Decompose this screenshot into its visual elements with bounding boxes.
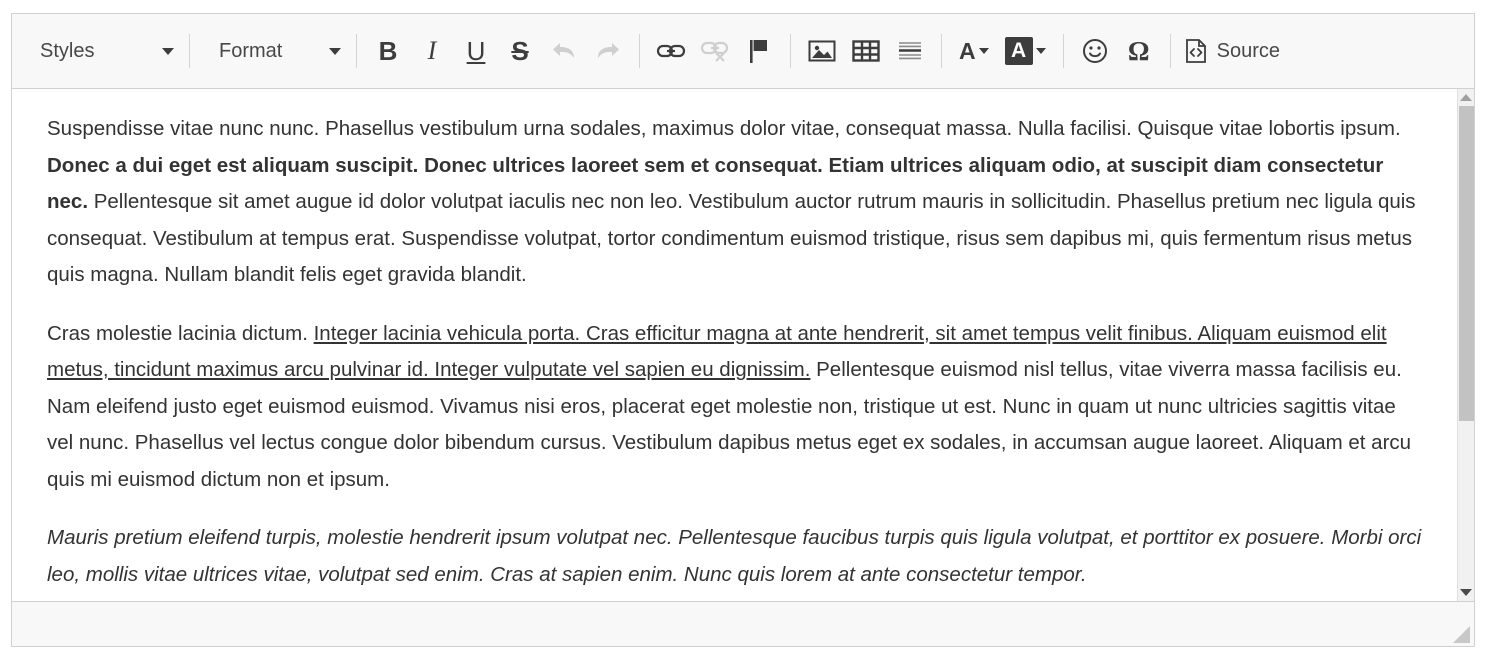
text-color-button[interactable]: A xyxy=(951,30,997,72)
paragraph-1: Suspendisse vitae nunc nunc. Phasellus v… xyxy=(47,111,1427,294)
omega-icon: Ω xyxy=(1127,35,1150,66)
image-button[interactable] xyxy=(800,30,844,72)
toolbar-separator xyxy=(790,34,791,68)
horizontal-rule-button[interactable] xyxy=(888,30,932,72)
toolbar-separator xyxy=(189,34,190,68)
text-run: Suspendisse vitae nunc nunc. Phasellus v… xyxy=(47,117,1401,140)
resize-grip-icon[interactable] xyxy=(1453,626,1470,643)
styles-dropdown-label: Styles xyxy=(40,39,95,62)
toolbar-separator xyxy=(1169,34,1171,68)
document-editing-area[interactable]: Suspendisse vitae nunc nunc. Phasellus v… xyxy=(12,89,1457,601)
scrollbar-track[interactable] xyxy=(1457,106,1474,584)
editor-status-bar xyxy=(12,601,1474,646)
scrollbar-thumb[interactable] xyxy=(1458,106,1474,422)
triangle-up-icon xyxy=(1460,94,1472,101)
redo-button[interactable] xyxy=(586,30,630,72)
undo-arrow-icon xyxy=(550,38,578,64)
horizontal-rule-icon xyxy=(897,39,923,63)
toolbar-separator xyxy=(1062,34,1064,68)
text-color-icon: A xyxy=(959,37,976,64)
unlink-button[interactable] xyxy=(693,30,737,72)
smiley-icon xyxy=(1082,38,1108,64)
triangle-down-icon xyxy=(1460,589,1472,596)
bold-icon: B xyxy=(378,36,398,66)
text-run: Cras molestie lacinia dictum. xyxy=(47,321,314,345)
chevron-down-icon xyxy=(162,47,174,55)
table-icon xyxy=(852,39,880,63)
format-dropdown[interactable]: Format xyxy=(199,32,347,70)
toolbar-separator xyxy=(941,34,942,68)
text-run-italic: Mauris pretium eleifend turpis, molestie… xyxy=(47,526,1422,586)
source-button[interactable]: Source xyxy=(1180,30,1290,72)
strikethrough-icon: S xyxy=(511,36,529,66)
special-character-button[interactable]: Ω xyxy=(1117,30,1161,72)
italic-icon: I xyxy=(427,36,437,65)
format-dropdown-label: Format xyxy=(219,39,283,62)
source-button-label: Source xyxy=(1216,39,1280,62)
rich-text-editor: Styles Format B I U S A A Ω Source Suspe… xyxy=(11,13,1475,647)
editor-frame: Styles Format B I U S A A Ω Source Suspe… xyxy=(0,0,1485,658)
scroll-down-button[interactable] xyxy=(1457,584,1474,601)
background-color-button[interactable]: A xyxy=(997,30,1054,72)
flag-icon xyxy=(747,38,771,64)
editor-toolbar: Styles Format B I U S A A Ω Source xyxy=(12,14,1474,89)
italic-button[interactable]: I xyxy=(410,30,454,72)
table-button[interactable] xyxy=(844,30,888,72)
text-color-letter: A xyxy=(959,37,976,64)
editing-area-wrapper: Suspendisse vitae nunc nunc. Phasellus v… xyxy=(12,89,1474,601)
paragraph-2: Cras molestie lacinia dictum. Integer la… xyxy=(47,316,1427,499)
smiley-button[interactable] xyxy=(1073,30,1117,72)
anchor-button[interactable] xyxy=(737,30,781,72)
undo-button[interactable] xyxy=(542,30,586,72)
vertical-scrollbar[interactable] xyxy=(1457,89,1474,601)
source-document-icon xyxy=(1184,38,1208,64)
strikethrough-button[interactable]: S xyxy=(498,30,542,72)
link-button[interactable] xyxy=(649,30,693,72)
chevron-down-icon xyxy=(1035,48,1046,54)
unlink-icon xyxy=(700,40,730,62)
background-color-icon: A xyxy=(1004,37,1033,65)
chevron-down-icon xyxy=(978,48,989,54)
link-icon xyxy=(656,41,686,61)
chevron-down-icon xyxy=(329,47,341,55)
redo-arrow-icon xyxy=(594,38,622,64)
styles-dropdown[interactable]: Styles xyxy=(20,32,180,70)
paragraph-3: Mauris pretium eleifend turpis, molestie… xyxy=(47,520,1427,593)
image-icon xyxy=(808,39,836,63)
toolbar-separator xyxy=(639,34,640,68)
underline-icon: U xyxy=(466,36,486,66)
scroll-up-button[interactable] xyxy=(1457,89,1474,106)
text-run: Pellentesque sit amet augue id dolor vol… xyxy=(47,190,1416,286)
toolbar-separator xyxy=(356,34,357,68)
underline-button[interactable]: U xyxy=(454,30,498,72)
bold-button[interactable]: B xyxy=(366,30,410,72)
